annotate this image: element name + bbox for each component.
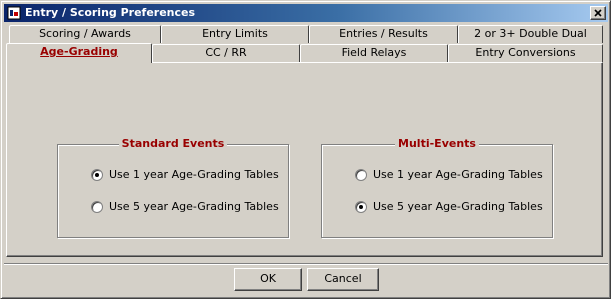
- cancel-button[interactable]: Cancel: [307, 268, 379, 291]
- preferences-window: Entry / Scoring Preferences Scoring / Aw…: [0, 0, 611, 299]
- radio-button[interactable]: [355, 169, 367, 181]
- tab-entry-limits[interactable]: Entry Limits: [161, 25, 309, 43]
- tab-label: Age-Grading: [40, 45, 118, 58]
- app-icon: [7, 6, 21, 20]
- tab-entry-conversions[interactable]: Entry Conversions: [448, 44, 603, 62]
- tab-field-relays[interactable]: Field Relays: [300, 44, 448, 62]
- standard-events-title: Standard Events: [118, 137, 228, 150]
- cancel-label: Cancel: [324, 272, 362, 285]
- tab-entries-results[interactable]: Entries / Results: [309, 25, 458, 43]
- multi-events-group: Multi-Events Use 1 year Age-Grading Tabl…: [321, 137, 553, 238]
- radio-label: Use 1 year Age-Grading Tables: [109, 168, 279, 181]
- tab-label: Scoring / Awards: [39, 27, 131, 40]
- group-title: Standard Events: [58, 137, 288, 150]
- tab-cc-rr[interactable]: CC / RR: [152, 44, 300, 62]
- radio-selected-dot: [95, 173, 99, 177]
- radio-selected-dot: [359, 205, 363, 209]
- radio-button[interactable]: [355, 201, 367, 213]
- multi-events-title: Multi-Events: [395, 137, 479, 150]
- close-button[interactable]: [590, 6, 606, 20]
- age-grading-panel: Standard Events Use 1 year Age-Grading T…: [6, 62, 603, 257]
- tab-double-dual[interactable]: 2 or 3+ Double Dual: [458, 25, 603, 43]
- tab-scoring-awards[interactable]: Scoring / Awards: [9, 25, 161, 43]
- tab-label: CC / RR: [205, 46, 247, 59]
- radio-label: Use 5 year Age-Grading Tables: [109, 200, 279, 213]
- standard-events-group: Standard Events Use 1 year Age-Grading T…: [57, 137, 289, 238]
- radio-label: Use 5 year Age-Grading Tables: [373, 200, 543, 213]
- tab-label: Entry Conversions: [475, 46, 576, 59]
- group-title: Multi-Events: [322, 137, 552, 150]
- tab-label: Entry Limits: [202, 27, 268, 40]
- window-title: Entry / Scoring Preferences: [25, 6, 196, 19]
- tab-label: Field Relays: [341, 46, 407, 59]
- bottom-divider: [4, 263, 608, 265]
- ok-label: OK: [260, 272, 276, 285]
- title-bar[interactable]: Entry / Scoring Preferences: [4, 4, 608, 22]
- tab-age-grading[interactable]: Age-Grading: [6, 43, 152, 63]
- tab-label: 2 or 3+ Double Dual: [474, 27, 587, 40]
- radio-button[interactable]: [91, 169, 103, 181]
- radio-label: Use 1 year Age-Grading Tables: [373, 168, 543, 181]
- tab-label: Entries / Results: [339, 27, 428, 40]
- ok-button[interactable]: OK: [234, 268, 302, 291]
- radio-button[interactable]: [91, 201, 103, 213]
- close-icon: [594, 9, 602, 17]
